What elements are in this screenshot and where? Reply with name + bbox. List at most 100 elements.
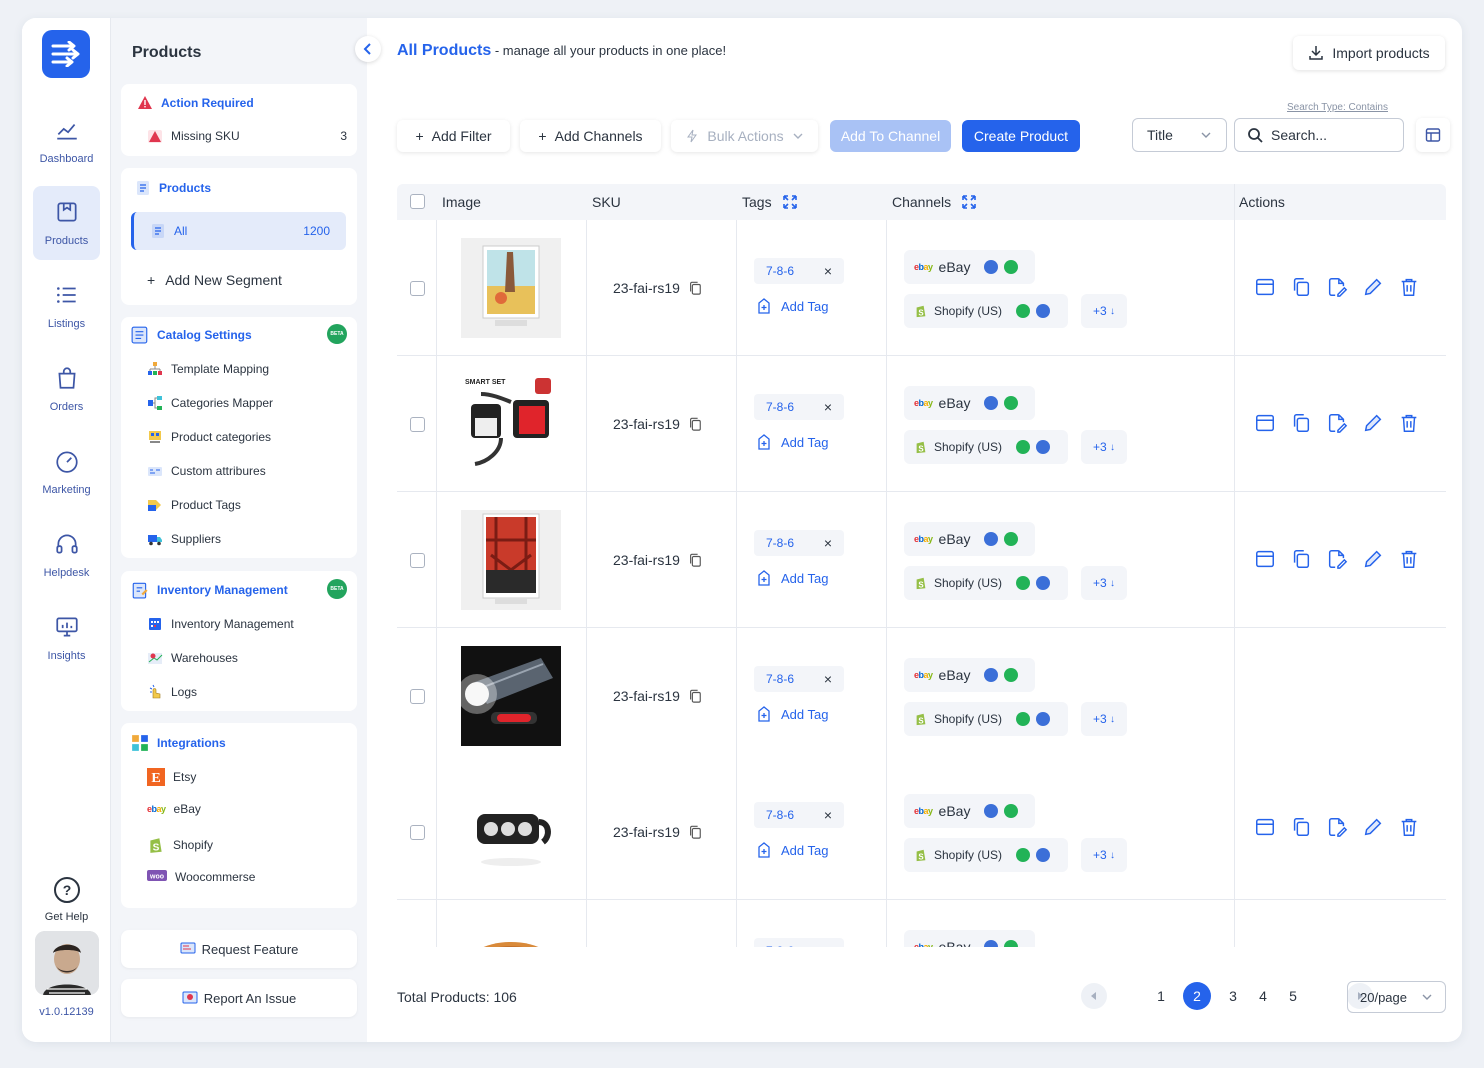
channel-shopify-chip[interactable]: S Shopify (US) xyxy=(904,702,1068,736)
copy-sku-icon[interactable] xyxy=(688,417,702,431)
row-checkbox[interactable] xyxy=(410,689,425,704)
sidebar-item-etsy[interactable]: E Etsy xyxy=(147,768,196,786)
sidebar-item-suppliers[interactable]: Suppliers xyxy=(147,531,221,547)
trash-icon[interactable] xyxy=(1398,276,1420,298)
window-icon[interactable] xyxy=(1254,816,1276,838)
page-size-select[interactable]: 20/page xyxy=(1347,981,1446,1013)
user-avatar[interactable] xyxy=(35,931,99,995)
remove-tag-icon[interactable]: × xyxy=(824,399,832,415)
missing-sku-item[interactable]: Missing SKU 3 xyxy=(147,128,347,144)
trash-icon[interactable] xyxy=(1398,412,1420,434)
sidebar-item-inventory-management[interactable]: Inventory Management xyxy=(147,616,294,632)
nav-listings[interactable]: Listings xyxy=(33,269,100,343)
channel-shopify-chip[interactable]: S Shopify (US) xyxy=(904,838,1068,872)
more-channels-button[interactable]: +3 ↓ xyxy=(1081,294,1127,328)
pencil-icon[interactable] xyxy=(1362,276,1384,298)
channel-ebay-chip[interactable]: ebay eBay xyxy=(904,250,1035,284)
add-tag-button[interactable]: Add Tag xyxy=(757,570,828,586)
inventory-management-header[interactable]: Inventory Management xyxy=(131,581,288,599)
bulk-actions-dropdown[interactable]: Bulk Actions xyxy=(671,120,818,152)
add-tag-button[interactable]: Add Tag xyxy=(757,842,828,858)
app-logo[interactable] xyxy=(42,30,90,78)
page-2-button[interactable]: 2 xyxy=(1183,982,1211,1010)
copy-sku-icon[interactable] xyxy=(688,281,702,295)
window-icon[interactable] xyxy=(1254,548,1276,570)
product-image[interactable] xyxy=(461,646,561,746)
remove-tag-icon[interactable]: × xyxy=(824,671,832,687)
copy-icon[interactable] xyxy=(1290,412,1312,434)
add-tag-button[interactable]: Add Tag xyxy=(757,434,828,450)
tag-chip[interactable]: 7-8-6 × xyxy=(754,802,844,828)
nav-helpdesk[interactable]: Helpdesk xyxy=(33,518,100,592)
nav-marketing[interactable]: Marketing xyxy=(33,435,100,509)
nav-products[interactable]: Products xyxy=(33,186,100,260)
row-checkbox[interactable] xyxy=(410,417,425,432)
channel-shopify-chip[interactable]: S Shopify (US) xyxy=(904,566,1068,600)
sidebar-item-logs[interactable]: Logs xyxy=(147,684,197,700)
copy-sku-icon[interactable] xyxy=(688,825,702,839)
copy-icon[interactable] xyxy=(1290,276,1312,298)
document-edit-icon[interactable] xyxy=(1326,276,1348,298)
catalog-settings-header[interactable]: Catalog Settings xyxy=(131,326,252,344)
sidebar-item-ebay[interactable]: ebay eBay xyxy=(147,802,201,816)
add-tag-button[interactable]: Add Tag xyxy=(757,298,828,314)
more-channels-button[interactable]: +3 ↓ xyxy=(1081,430,1127,464)
row-checkbox[interactable] xyxy=(410,281,425,296)
tag-chip[interactable]: 7-8-6 × xyxy=(754,530,844,556)
pencil-icon[interactable] xyxy=(1362,548,1384,570)
remove-tag-icon[interactable]: × xyxy=(824,535,832,551)
search-input[interactable]: Search... xyxy=(1234,118,1404,152)
product-image[interactable] xyxy=(461,238,561,338)
get-help-button[interactable]: ? Get Help xyxy=(22,876,111,923)
page-5-button[interactable]: 5 xyxy=(1285,988,1301,1004)
add-filter-button[interactable]: + Add Filter xyxy=(397,120,510,152)
tag-chip[interactable]: 7-8-6 xyxy=(754,938,844,947)
nav-dashboard[interactable]: Dashboard xyxy=(33,104,100,178)
report-issue-button[interactable]: Report An Issue xyxy=(121,979,357,1017)
search-type-link[interactable]: Search Type: Contains xyxy=(1287,102,1388,113)
tag-chip[interactable]: 7-8-6 × xyxy=(754,394,844,420)
product-image[interactable] xyxy=(461,510,561,610)
window-icon[interactable] xyxy=(1254,276,1276,298)
more-channels-button[interactable]: +3 ↓ xyxy=(1081,838,1127,872)
request-feature-button[interactable]: Request Feature xyxy=(121,930,357,968)
row-checkbox[interactable] xyxy=(410,553,425,568)
select-all-checkbox[interactable] xyxy=(410,194,425,209)
integrations-header[interactable]: Integrations xyxy=(131,734,226,752)
pencil-icon[interactable] xyxy=(1362,816,1384,838)
sidebar-item-woocommerce[interactable]: woo Woocommerse xyxy=(147,870,255,884)
more-channels-button[interactable]: +3 ↓ xyxy=(1081,566,1127,600)
channel-shopify-chip[interactable]: S Shopify (US) xyxy=(904,430,1068,464)
search-field-select[interactable]: Title xyxy=(1132,118,1227,152)
copy-icon[interactable] xyxy=(1290,548,1312,570)
sidebar-item-product-categories[interactable]: Product categories xyxy=(147,429,271,445)
channel-ebay-chip[interactable]: ebay eBay xyxy=(904,794,1035,828)
page-4-button[interactable]: 4 xyxy=(1255,988,1271,1004)
product-image[interactable] xyxy=(461,782,561,882)
add-to-channel-button[interactable]: Add To Channel xyxy=(830,120,951,152)
sidebar-item-categories-mapper[interactable]: Categories Mapper xyxy=(147,395,273,411)
window-icon[interactable] xyxy=(1254,412,1276,434)
add-channels-button[interactable]: + Add Channels xyxy=(520,120,661,152)
segment-all[interactable]: All 1200 xyxy=(131,212,346,250)
nav-orders[interactable]: Orders xyxy=(33,352,100,426)
remove-tag-icon[interactable]: × xyxy=(824,807,832,823)
sidebar-item-shopify[interactable]: S Shopify xyxy=(147,836,213,854)
column-settings-button[interactable] xyxy=(1416,118,1450,152)
sidebar-item-warehouses[interactable]: Warehouses xyxy=(147,650,238,666)
add-segment-button[interactable]: + Add New Segment xyxy=(147,272,282,288)
channel-ebay-chip[interactable]: ebay eBay xyxy=(904,386,1035,420)
page-1-button[interactable]: 1 xyxy=(1153,988,1169,1004)
sidebar-item-template-mapping[interactable]: Template Mapping xyxy=(147,361,269,377)
nav-insights[interactable]: Insights xyxy=(33,601,100,675)
more-channels-button[interactable]: +3 ↓ xyxy=(1081,702,1127,736)
create-product-button[interactable]: Create Product xyxy=(962,120,1080,152)
channel-ebay-chip[interactable]: ebay eBay xyxy=(904,522,1035,556)
document-edit-icon[interactable] xyxy=(1326,412,1348,434)
copy-sku-icon[interactable] xyxy=(688,689,702,703)
document-edit-icon[interactable] xyxy=(1326,548,1348,570)
import-products-button[interactable]: Import products xyxy=(1293,36,1445,70)
expand-icon[interactable] xyxy=(961,194,977,210)
page-3-button[interactable]: 3 xyxy=(1225,988,1241,1004)
document-edit-icon[interactable] xyxy=(1326,816,1348,838)
